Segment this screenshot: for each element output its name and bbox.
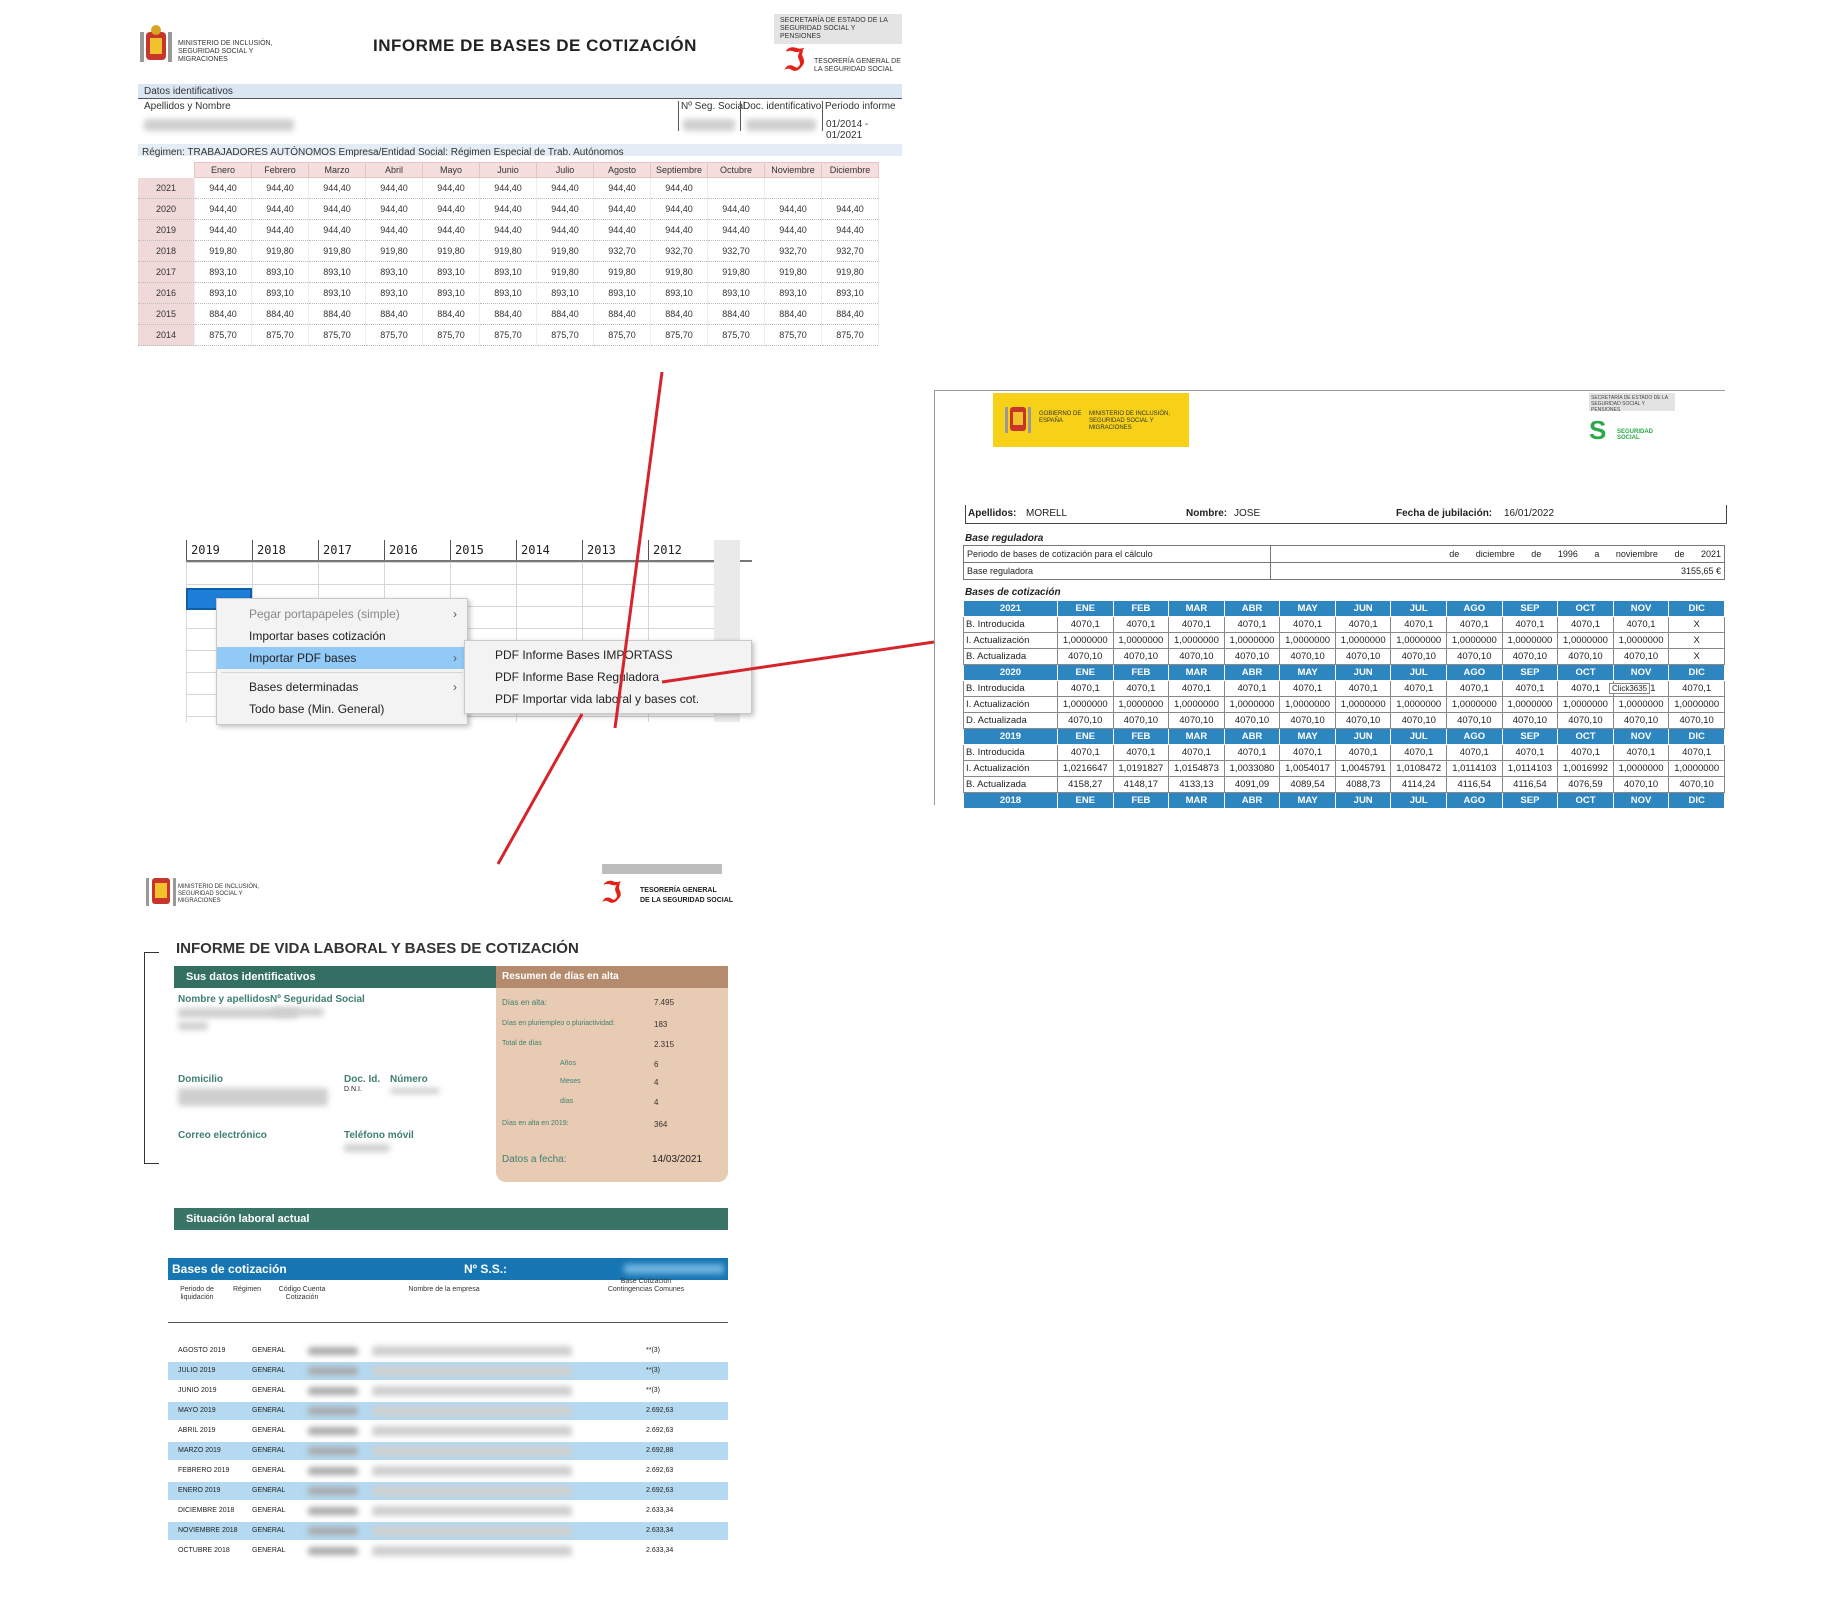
line-base-reguladora (661, 640, 935, 684)
connector-lines (496, 371, 935, 865)
line-importass (613, 371, 664, 729)
line-vida-laboral (496, 713, 584, 865)
